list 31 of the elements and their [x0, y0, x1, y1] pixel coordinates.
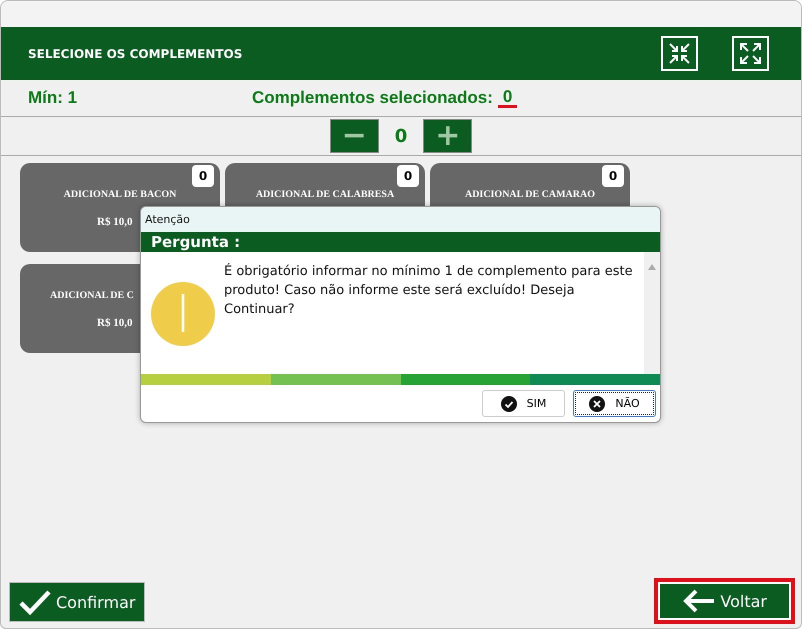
card-price: R$ 10,0 — [96, 216, 132, 228]
card-name: ADICIONAL DE CAMARAO — [464, 189, 595, 200]
expand-icon — [738, 41, 763, 66]
quantity-badge: 0 — [397, 165, 419, 187]
compress-icon — [667, 41, 692, 66]
card-price: R$ 10,0 — [96, 317, 132, 329]
header-title: SELECIONE OS COMPLEMENTOS — [28, 46, 244, 60]
yes-button[interactable]: SIM — [482, 390, 565, 417]
expand-button[interactable] — [732, 36, 769, 71]
dialog-title: Atenção — [145, 213, 190, 226]
no-button[interactable]: NÃO — [573, 390, 656, 417]
min-label: Mín: 1 — [28, 88, 78, 108]
dialog-message: É obrigatório informar no mínimo 1 de complemento para este produto! Caso não informe este será excluído! Deseja Continuar? — [224, 262, 634, 319]
card-name: ADICIONAL DE C — [50, 290, 134, 301]
quantity-badge: 0 — [192, 165, 214, 187]
plus-button[interactable]: + — [423, 119, 472, 153]
back-button[interactable]: Voltar — [654, 578, 795, 624]
card-name: ADICIONAL DE CALABRESA — [256, 189, 394, 200]
warning-icon — [150, 282, 214, 346]
arrow-left-icon — [682, 589, 716, 613]
confirm-button[interactable]: Confirmar — [9, 582, 146, 622]
card-name: ADICIONAL DE BACON — [64, 189, 176, 200]
compress-button[interactable] — [661, 36, 698, 71]
quantity-value: 0 — [394, 126, 408, 146]
minus-button[interactable]: − — [330, 119, 379, 153]
selected-count: 0 — [498, 88, 518, 108]
check-circle-icon — [500, 396, 517, 412]
x-circle-icon — [589, 396, 606, 412]
quantity-badge: 0 — [602, 165, 624, 187]
selected-label: Complementos selecionados: — [252, 88, 493, 108]
check-icon — [18, 588, 52, 616]
